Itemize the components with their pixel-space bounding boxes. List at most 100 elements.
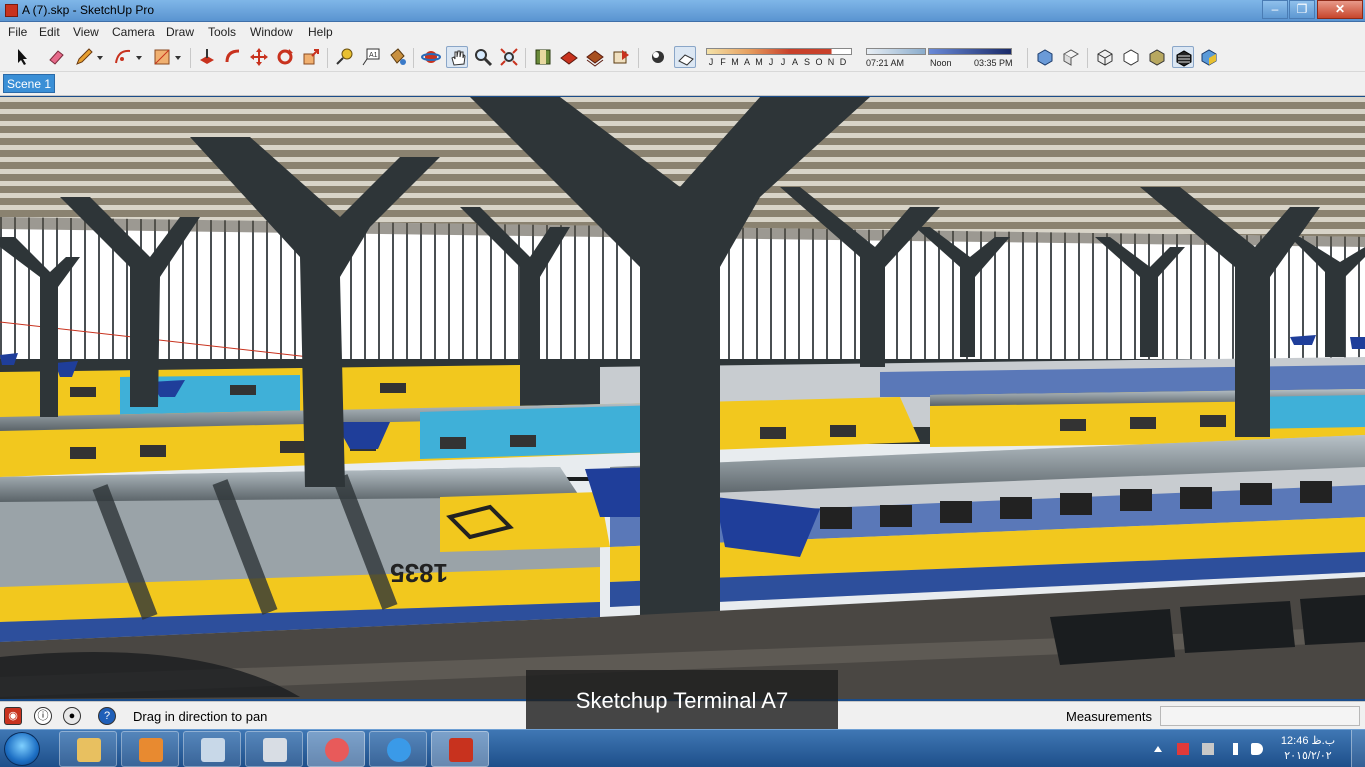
month-label: M: [755, 57, 763, 67]
tape-measure-tool-icon[interactable]: [334, 46, 356, 68]
taskbar-snipping-tool[interactable]: [307, 731, 365, 767]
warehouse-icon[interactable]: [532, 46, 554, 68]
time-slider-afternoon[interactable]: [928, 48, 1012, 55]
menu-camera[interactable]: Camera: [112, 25, 155, 39]
menu-bar: File Edit View Camera Draw Tools Window …: [0, 22, 1365, 42]
rectangle-tool-icon[interactable]: [151, 46, 173, 68]
rectangle-dropdown-icon[interactable]: [175, 56, 181, 60]
month-labels: J F M A M J J A S O N D: [706, 57, 852, 69]
restore-button[interactable]: ❐: [1289, 0, 1315, 19]
push-pull-tool-icon[interactable]: [196, 46, 218, 68]
arc-tool-icon[interactable]: [112, 46, 134, 68]
menu-window[interactable]: Window: [250, 25, 293, 39]
move-tool-icon[interactable]: [248, 46, 270, 68]
tray-expand-icon[interactable]: [1154, 746, 1162, 752]
start-button[interactable]: [4, 732, 40, 766]
taskbar-notes[interactable]: [183, 731, 241, 767]
menu-view[interactable]: View: [73, 25, 99, 39]
security-icon[interactable]: [1202, 743, 1214, 755]
time-slider-morning[interactable]: [866, 48, 926, 55]
pencil-dropdown-icon[interactable]: [97, 56, 103, 60]
status-hint: Drag in direction to pan: [133, 709, 268, 724]
scissors-icon: [325, 738, 349, 762]
scene-tab[interactable]: Scene 1: [3, 74, 55, 93]
sunset-time-label: 03:35 PM: [974, 58, 1013, 68]
select-tool-icon[interactable]: [11, 46, 33, 68]
zoom-tool-icon[interactable]: [472, 46, 494, 68]
toolbar-separator: [525, 48, 526, 68]
month-label: J: [780, 57, 786, 67]
taskbar-internet-explorer[interactable]: [369, 731, 427, 767]
share-model-icon[interactable]: [558, 46, 580, 68]
close-button[interactable]: ✕: [1317, 0, 1363, 19]
extension-warehouse-icon[interactable]: [610, 46, 632, 68]
show-desktop-button[interactable]: [1351, 730, 1365, 767]
help-icon[interactable]: ?: [98, 707, 116, 725]
flag-icon[interactable]: [1177, 743, 1189, 755]
front-locomotive-cab: [440, 492, 610, 552]
credits-icon[interactable]: ⓘ: [34, 707, 52, 725]
network-icon[interactable]: [1226, 743, 1238, 755]
minimize-button[interactable]: –: [1262, 0, 1288, 19]
month-slider-bar[interactable]: [706, 48, 852, 55]
notes-icon: [201, 738, 225, 762]
month-label: J: [768, 57, 774, 67]
geo-location-icon[interactable]: ◉: [4, 707, 22, 725]
menu-tools[interactable]: Tools: [208, 25, 236, 39]
monochrome-style-icon[interactable]: [1198, 46, 1220, 68]
taskbar-sketchup[interactable]: [431, 731, 489, 767]
month-label: J: [708, 57, 714, 67]
eraser-tool-icon[interactable]: [45, 46, 67, 68]
iso-view-icon[interactable]: [1034, 46, 1056, 68]
orbit-tool-icon[interactable]: [420, 46, 442, 68]
main-toolbar: A1 J F M A M J J A S O N D 07:21 AM Noon…: [0, 42, 1365, 72]
measurements-label: Measurements: [1066, 709, 1152, 724]
folder-icon: [77, 738, 101, 762]
taskbar-explorer[interactable]: [59, 731, 117, 767]
month-label: M: [731, 57, 739, 67]
shaded-style-icon[interactable]: [1146, 46, 1168, 68]
measurements-input[interactable]: [1160, 706, 1360, 726]
toolbar-separator: [413, 48, 414, 68]
clock-date: ٢٠١٥/٢/٠٢: [1284, 750, 1332, 762]
system-clock[interactable]: 12:46 ب.ظ ٢٠١٥/٢/٠٢: [1276, 734, 1340, 764]
month-label: F: [720, 57, 726, 67]
toolbar-separator: [1087, 48, 1088, 68]
month-label: N: [827, 57, 835, 67]
wireframe-style-icon[interactable]: [1120, 46, 1142, 68]
menu-file[interactable]: File: [8, 25, 27, 39]
keyboard-icon: [263, 738, 287, 762]
text-tool-icon[interactable]: A1: [360, 46, 382, 68]
follow-me-tool-icon[interactable]: [222, 46, 244, 68]
volume-icon[interactable]: [1251, 743, 1263, 755]
pencil-tool-icon[interactable]: [73, 46, 95, 68]
menu-help[interactable]: Help: [308, 25, 333, 39]
user-account-icon[interactable]: ●: [63, 707, 81, 725]
middle-train-blue-panel: [420, 405, 660, 459]
sunrise-time-label: 07:21 AM: [866, 58, 905, 68]
scene-tab-bar: Scene 1: [0, 72, 1365, 96]
locomotive-number: 1835: [390, 558, 448, 588]
sketchup-icon: [449, 738, 473, 762]
taskbar-keyboard[interactable]: [245, 731, 303, 767]
top-view-icon[interactable]: [1060, 46, 1082, 68]
shaded-textures-style-icon[interactable]: [1172, 46, 1194, 68]
rotate-tool-icon[interactable]: [274, 46, 296, 68]
scale-tool-icon[interactable]: [300, 46, 322, 68]
menu-draw[interactable]: Draw: [166, 25, 194, 39]
month-label: S: [803, 57, 810, 67]
fog-toggle-icon[interactable]: [674, 46, 696, 68]
share-component-icon[interactable]: [584, 46, 606, 68]
toolbar-separator: [638, 48, 639, 68]
clock-time: 12:46 ب.ظ: [1280, 735, 1336, 747]
zoom-extents-tool-icon[interactable]: [498, 46, 520, 68]
taskbar-media-player[interactable]: [121, 731, 179, 767]
menu-edit[interactable]: Edit: [39, 25, 60, 39]
paint-bucket-tool-icon[interactable]: [386, 46, 408, 68]
arc-dropdown-icon[interactable]: [136, 56, 142, 60]
sketchup-app-icon[interactable]: [5, 4, 18, 17]
shadows-toggle-icon[interactable]: [647, 46, 669, 68]
pan-tool-icon[interactable]: [446, 46, 468, 68]
xray-style-icon[interactable]: [1094, 46, 1116, 68]
model-viewport[interactable]: 1835: [0, 97, 1365, 699]
